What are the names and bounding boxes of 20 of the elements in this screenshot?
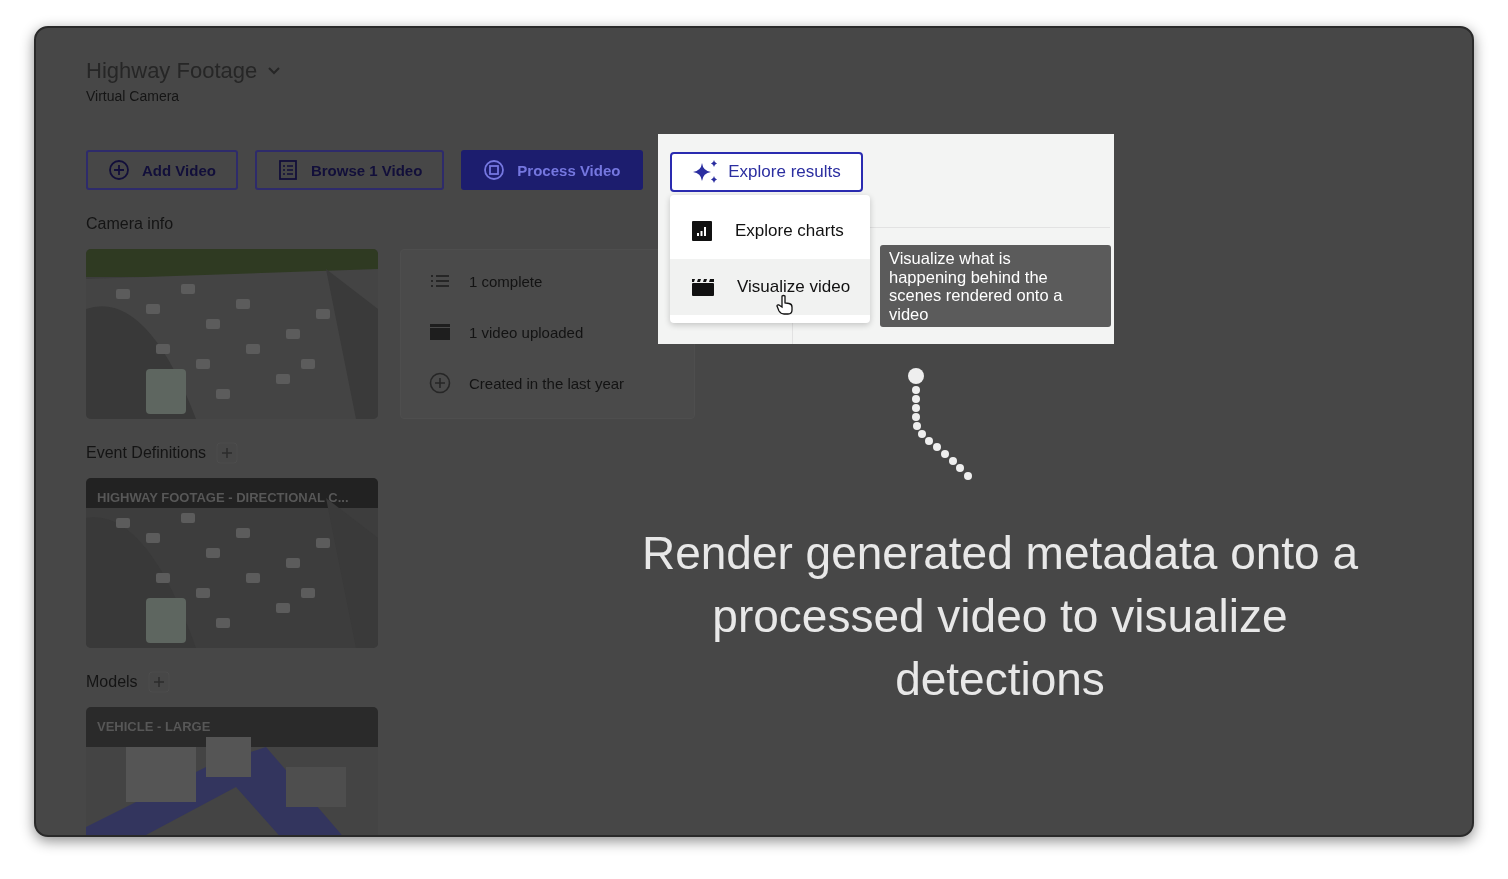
clapperboard-icon [429, 323, 451, 341]
chevron-down-icon[interactable] [267, 66, 282, 76]
action-button[interactable]: Process Video [461, 150, 644, 190]
clapperboard-icon [691, 278, 715, 296]
plus-circle-icon [108, 159, 130, 181]
chip-icon [483, 159, 506, 181]
add-icon[interactable] [147, 671, 170, 693]
tooltip: Visualize what is happening behind the scenes rendered onto a video [880, 245, 1111, 327]
action-button[interactable]: Add Video [86, 150, 238, 190]
menu-item[interactable]: Visualize video [670, 259, 870, 315]
hand-cursor-icon [776, 294, 794, 316]
add-icon[interactable] [216, 442, 239, 464]
menu-item[interactable]: Explore charts [670, 203, 870, 259]
bar-chart-icon [691, 220, 713, 242]
action-button[interactable]: Browse 1 Video [254, 150, 445, 190]
list-icon [429, 273, 451, 289]
plus-circle-icon [429, 372, 451, 394]
list-icon [276, 159, 299, 181]
caption: Render generated metadata onto a processed video to visualize detections [640, 526, 1360, 707]
explore-results-button[interactable]: Explore results [670, 152, 863, 192]
